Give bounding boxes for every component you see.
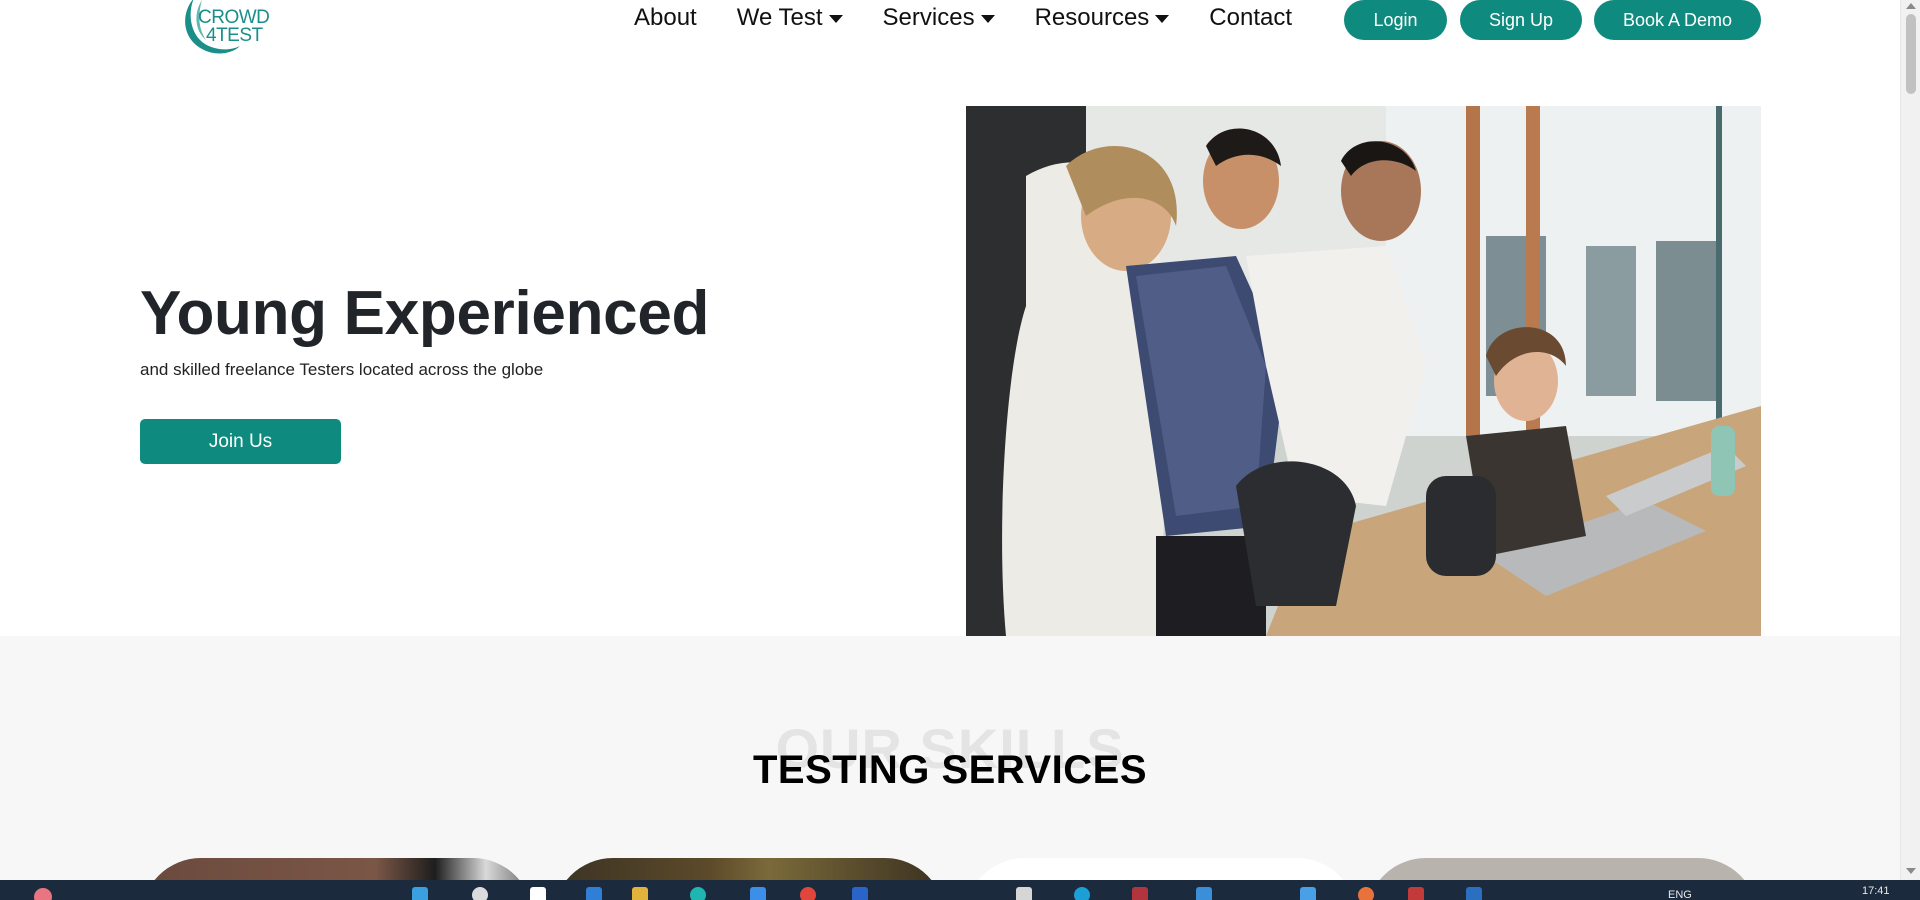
caret-down-icon bbox=[828, 15, 843, 23]
sign-up-button[interactable]: Sign Up bbox=[1460, 0, 1582, 40]
nav-we-test[interactable]: We Test bbox=[737, 4, 843, 32]
nav-we-test-label: We Test bbox=[736, 4, 823, 31]
hero-team-photo bbox=[966, 106, 1761, 636]
chrome-icon[interactable] bbox=[800, 887, 816, 900]
edge-icon[interactable] bbox=[690, 887, 706, 900]
app-icon[interactable] bbox=[1196, 887, 1212, 900]
scroll-down-arrow-icon[interactable] bbox=[1906, 868, 1916, 874]
hero-subtitle: and skilled freelance Testers located ac… bbox=[140, 360, 544, 379]
task-view-icon[interactable] bbox=[530, 887, 546, 900]
scroll-up-arrow-icon[interactable] bbox=[1906, 3, 1916, 9]
weather-icon[interactable] bbox=[34, 888, 52, 900]
app-icon[interactable] bbox=[1300, 887, 1316, 900]
nav-about[interactable]: About bbox=[634, 4, 697, 32]
nav-services-label: Services bbox=[882, 4, 975, 31]
nav-contact[interactable]: Contact bbox=[1209, 4, 1292, 32]
skills-section: OUR SKILLS TESTING SERVICES bbox=[0, 636, 1900, 900]
app-icon[interactable] bbox=[1358, 887, 1374, 900]
file-explorer-icon[interactable] bbox=[632, 887, 648, 900]
crowd4test-logo[interactable]: CROWD 4TEST bbox=[176, 0, 280, 62]
language-indicator[interactable]: ENG bbox=[1668, 889, 1692, 900]
scrollbar-thumb[interactable] bbox=[1906, 14, 1916, 94]
page-scrollbar[interactable] bbox=[1900, 0, 1920, 880]
nav-contact-label: Contact bbox=[1209, 4, 1293, 31]
caret-down-icon bbox=[1155, 15, 1170, 23]
team-photo-illustration bbox=[966, 106, 1761, 636]
logo-text-4test: 4TEST bbox=[206, 25, 263, 46]
caret-down-icon bbox=[980, 15, 995, 23]
app-icon[interactable] bbox=[1466, 887, 1482, 900]
site-header: CROWD 4TEST About We Test Services Resou… bbox=[0, 0, 1900, 70]
join-us-button[interactable]: Join Us bbox=[140, 419, 341, 464]
nav-about-label: About bbox=[634, 4, 697, 31]
app-icon[interactable] bbox=[1074, 887, 1090, 900]
app-icon[interactable] bbox=[586, 887, 602, 900]
hero-title: Young Experienced bbox=[140, 279, 710, 348]
login-button[interactable]: Login bbox=[1344, 0, 1447, 40]
nav-services[interactable]: Services bbox=[883, 4, 995, 32]
app-icon[interactable] bbox=[1016, 887, 1032, 900]
app-icon[interactable] bbox=[1408, 887, 1424, 900]
start-icon[interactable] bbox=[412, 887, 428, 900]
search-icon[interactable] bbox=[472, 887, 488, 900]
windows-taskbar: ENG 17:41 bbox=[0, 880, 1920, 900]
skills-title: TESTING SERVICES bbox=[752, 748, 1147, 792]
app-icon[interactable] bbox=[750, 887, 766, 900]
taskbar-clock[interactable]: 17:41 bbox=[1862, 885, 1890, 897]
nav-resources-label: Resources bbox=[1034, 4, 1150, 31]
book-demo-button[interactable]: Book A Demo bbox=[1594, 0, 1761, 40]
main-nav: About We Test Services Resources Contact bbox=[634, 0, 1332, 36]
app-icon[interactable] bbox=[852, 887, 868, 900]
nav-resources[interactable]: Resources bbox=[1035, 4, 1170, 32]
app-icon[interactable] bbox=[1132, 887, 1148, 900]
